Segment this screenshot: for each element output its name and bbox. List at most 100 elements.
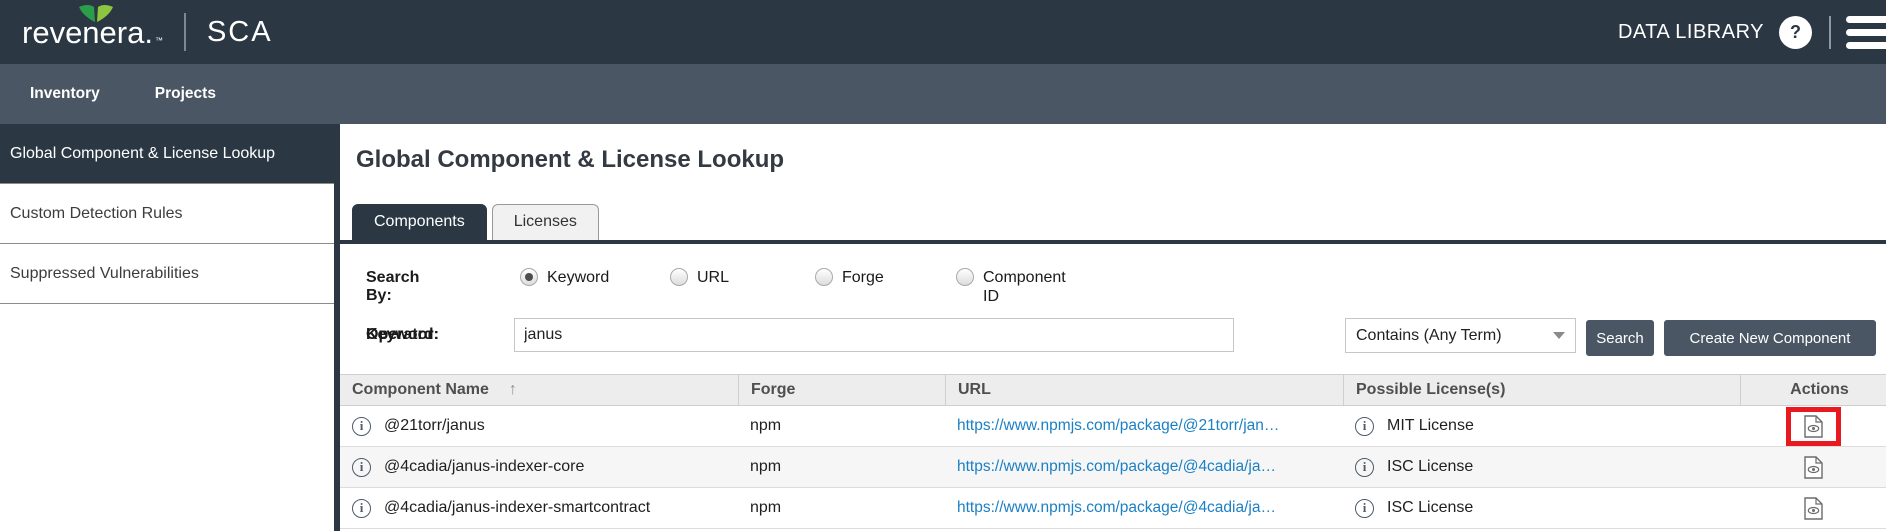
tab-components[interactable]: Components: [352, 204, 487, 240]
top-header: revenera. ™ SCA DATA LIBRARY ?: [0, 0, 1886, 64]
column-header-possible-licenses[interactable]: Possible License(s): [1343, 375, 1740, 405]
action-icon-wrap: [1786, 448, 1841, 487]
component-name: @21torr/janus: [384, 417, 485, 435]
header-right: DATA LIBRARY ?: [1618, 16, 1886, 49]
operator-selected-value: Contains (Any Term): [1356, 327, 1502, 345]
radio-option-component-id[interactable]: Component ID: [956, 268, 1075, 306]
forge-value: npm: [750, 458, 781, 476]
forge-value: npm: [750, 417, 781, 435]
column-label: Actions: [1790, 381, 1849, 399]
column-label: Component Name: [352, 381, 489, 399]
header-divider: [1829, 16, 1831, 49]
sidebar: Global Component & License Lookup Custom…: [0, 124, 334, 531]
radio-option-url[interactable]: URL: [670, 268, 729, 287]
tab-underline: [340, 240, 1886, 244]
radio-label[interactable]: Component ID: [983, 268, 1075, 306]
license-name: ISC License: [1387, 458, 1473, 476]
column-header-component-name[interactable]: Component Name ↑: [340, 375, 738, 405]
sidebar-item-label: Custom Detection Rules: [10, 205, 183, 223]
sidebar-item-global-component-license-lookup[interactable]: Global Component & License Lookup: [0, 124, 334, 184]
forge-value: npm: [750, 499, 781, 517]
action-icon-wrap: [1786, 489, 1841, 528]
component-url-link[interactable]: https://www.npmjs.com/package/@4cadia/ja…: [957, 499, 1276, 517]
results-table: Component Name ↑ Forge URL Possible Lice…: [340, 374, 1886, 529]
radio-option-forge[interactable]: Forge: [815, 268, 884, 287]
help-glyph: ?: [1790, 22, 1801, 43]
column-header-actions: Actions: [1740, 375, 1886, 405]
help-icon[interactable]: ?: [1779, 16, 1812, 49]
radio-button-icon[interactable]: [520, 268, 538, 286]
url-cell: https://www.npmjs.com/package/@4cadia/ja…: [945, 488, 1343, 528]
tab-label: Components: [374, 213, 465, 230]
highlight-red-box: [1786, 407, 1841, 446]
license-name: MIT License: [1387, 417, 1474, 435]
radio-label[interactable]: Forge: [842, 268, 884, 287]
search-button[interactable]: Search: [1586, 320, 1654, 356]
logo-divider: [184, 13, 186, 51]
table-row: i @4cadia/janus-indexer-core npm https:/…: [340, 447, 1886, 488]
radio-button-icon[interactable]: [815, 268, 833, 286]
radio-button-icon[interactable]: [670, 268, 688, 286]
radio-button-icon[interactable]: [956, 268, 974, 286]
chevron-down-icon: [1553, 332, 1565, 339]
component-name: @4cadia/janus-indexer-core: [384, 458, 584, 476]
sort-asc-icon[interactable]: ↑: [509, 381, 517, 399]
component-url-link[interactable]: https://www.npmjs.com/package/@4cadia/ja…: [957, 458, 1276, 476]
info-icon[interactable]: i: [352, 458, 371, 477]
actions-cell: [1740, 447, 1886, 487]
info-icon[interactable]: i: [1355, 499, 1374, 518]
info-icon[interactable]: i: [352, 417, 371, 436]
radio-option-keyword[interactable]: Keyword: [520, 268, 609, 287]
page-title: Global Component & License Lookup: [356, 146, 784, 174]
table-header-row: Component Name ↑ Forge URL Possible Lice…: [340, 374, 1886, 406]
tab-label: Licenses: [514, 213, 577, 230]
column-header-forge[interactable]: Forge: [738, 375, 945, 405]
column-header-url[interactable]: URL: [945, 375, 1343, 405]
table-row: i @4cadia/janus-indexer-smartcontract np…: [340, 488, 1886, 529]
tab-licenses[interactable]: Licenses: [492, 204, 599, 240]
radio-label[interactable]: URL: [697, 268, 729, 287]
component-name-cell: i @4cadia/janus-indexer-smartcontract: [340, 488, 738, 528]
revenera-leaf-icon: [79, 4, 113, 22]
view-component-icon[interactable]: [1804, 456, 1823, 479]
forge-cell: npm: [738, 447, 945, 487]
sidebar-item-suppressed-vulnerabilities[interactable]: Suppressed Vulnerabilities: [0, 244, 334, 304]
nav-item-projects[interactable]: Projects: [155, 85, 216, 103]
data-library-label: DATA LIBRARY: [1618, 21, 1764, 44]
keyword-input[interactable]: [514, 318, 1234, 352]
product-name: SCA: [207, 16, 273, 49]
view-component-icon[interactable]: [1804, 415, 1823, 438]
license-cell: i ISC License: [1343, 447, 1740, 487]
hamburger-bar: [1846, 16, 1886, 23]
url-cell: https://www.npmjs.com/package/@21torr/ja…: [945, 406, 1343, 446]
table-row: i @21torr/janus npm https://www.npmjs.co…: [340, 406, 1886, 447]
tab-bar: Components Licenses: [352, 204, 599, 240]
column-label: Forge: [751, 381, 795, 399]
trademark-symbol: ™: [155, 36, 163, 45]
sidebar-item-label: Suppressed Vulnerabilities: [10, 265, 199, 283]
nav-item-inventory[interactable]: Inventory: [30, 85, 100, 103]
brand-logo: revenera. ™ SCA: [0, 13, 273, 51]
info-icon[interactable]: i: [1355, 417, 1374, 436]
radio-label[interactable]: Keyword: [547, 268, 609, 287]
sidebar-item-label: Global Component & License Lookup: [10, 145, 275, 163]
forge-cell: npm: [738, 488, 945, 528]
info-icon[interactable]: i: [1355, 458, 1374, 477]
forge-cell: npm: [738, 406, 945, 446]
hamburger-menu-icon[interactable]: [1846, 16, 1886, 49]
license-cell: i MIT License: [1343, 406, 1740, 446]
component-url-link[interactable]: https://www.npmjs.com/package/@21torr/ja…: [957, 417, 1279, 435]
component-name-cell: i @21torr/janus: [340, 406, 738, 446]
operator-label: Operator:: [366, 326, 439, 344]
info-icon[interactable]: i: [352, 499, 371, 518]
hamburger-bar: [1846, 29, 1886, 36]
create-new-component-button[interactable]: Create New Component: [1664, 320, 1876, 356]
sidebar-item-custom-detection-rules[interactable]: Custom Detection Rules: [0, 184, 334, 244]
url-cell: https://www.npmjs.com/package/@4cadia/ja…: [945, 447, 1343, 487]
component-name: @4cadia/janus-indexer-smartcontract: [384, 499, 650, 517]
main-content: Global Component & License Lookup Compon…: [340, 124, 1886, 531]
actions-cell: [1740, 488, 1886, 528]
view-component-icon[interactable]: [1804, 497, 1823, 520]
operator-select[interactable]: Contains (Any Term): [1345, 318, 1576, 353]
component-name-cell: i @4cadia/janus-indexer-core: [340, 447, 738, 487]
